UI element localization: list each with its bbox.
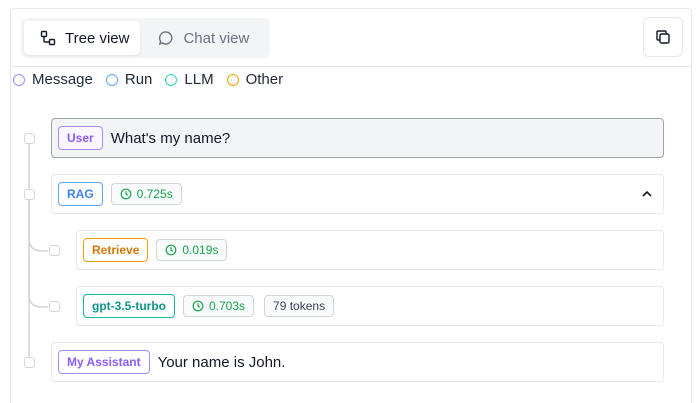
legend-item-other: Other xyxy=(226,71,284,88)
trace-node-assistant[interactable]: My Assistant Your name is John. xyxy=(51,342,664,382)
legend-dot xyxy=(105,73,118,86)
duration-badge: 0.703s xyxy=(183,295,255,317)
clock-icon xyxy=(192,300,204,312)
chevron-up-icon[interactable] xyxy=(640,187,654,201)
legend-label: Other xyxy=(245,71,284,88)
clock-icon xyxy=(165,244,177,256)
panel-header: Tree view Chat view xyxy=(11,9,691,67)
node-message-text: Your name is John. xyxy=(157,353,286,371)
token-count-badge: 79 tokens xyxy=(264,295,335,317)
legend-item-message: Message xyxy=(13,71,93,88)
duration-badge: 0.019s xyxy=(156,239,228,261)
node-type-badge: My Assistant xyxy=(58,350,150,374)
tree-icon xyxy=(40,30,56,46)
legend-item-llm: LLM xyxy=(165,71,214,88)
node-handle[interactable] xyxy=(49,245,60,256)
clock-icon xyxy=(120,188,132,200)
node-handle[interactable] xyxy=(49,301,60,312)
tab-label: Chat view xyxy=(183,29,250,47)
legend-dot xyxy=(165,73,178,86)
copy-button[interactable] xyxy=(643,17,683,57)
node-type-badge: User xyxy=(58,126,103,150)
legend-label: Run xyxy=(124,71,153,88)
tab-tree-view[interactable]: Tree view xyxy=(24,21,141,55)
tab-label: Tree view xyxy=(65,29,130,47)
view-tabs: Tree view Chat view xyxy=(21,18,270,58)
node-handle[interactable] xyxy=(24,357,35,368)
legend-label: Message xyxy=(32,71,93,88)
duration-text: 0.019s xyxy=(182,243,219,257)
node-type-badge: RAG xyxy=(58,182,103,206)
tab-chat-view[interactable]: Chat view xyxy=(142,21,260,55)
trace-node-rag[interactable]: RAG 0.725s xyxy=(51,174,664,214)
legend-label: LLM xyxy=(184,71,214,88)
legend-dot xyxy=(13,73,25,86)
node-handle[interactable] xyxy=(24,189,35,200)
duration-badge: 0.725s xyxy=(110,183,182,205)
trace-node-llm[interactable]: gpt-3.5-turbo 0.703s 79 tokens xyxy=(76,286,664,326)
duration-text: 0.703s xyxy=(209,299,246,313)
duration-text: 0.725s xyxy=(136,187,173,201)
chat-bubble-icon xyxy=(159,31,173,46)
node-type-badge: Retrieve xyxy=(83,238,149,262)
trace-node-user[interactable]: User What's my name? xyxy=(51,118,664,158)
legend-dot xyxy=(226,73,239,86)
copy-icon xyxy=(656,30,670,44)
node-handle[interactable] xyxy=(24,133,35,144)
trace-node-retrieve[interactable]: Retrieve 0.019s xyxy=(76,230,664,270)
legend-item-run: Run xyxy=(105,71,153,88)
node-type-badge: gpt-3.5-turbo xyxy=(83,294,175,318)
node-message-text: What's my name? xyxy=(110,129,231,147)
legend: Message Run LLM Other xyxy=(13,71,296,88)
